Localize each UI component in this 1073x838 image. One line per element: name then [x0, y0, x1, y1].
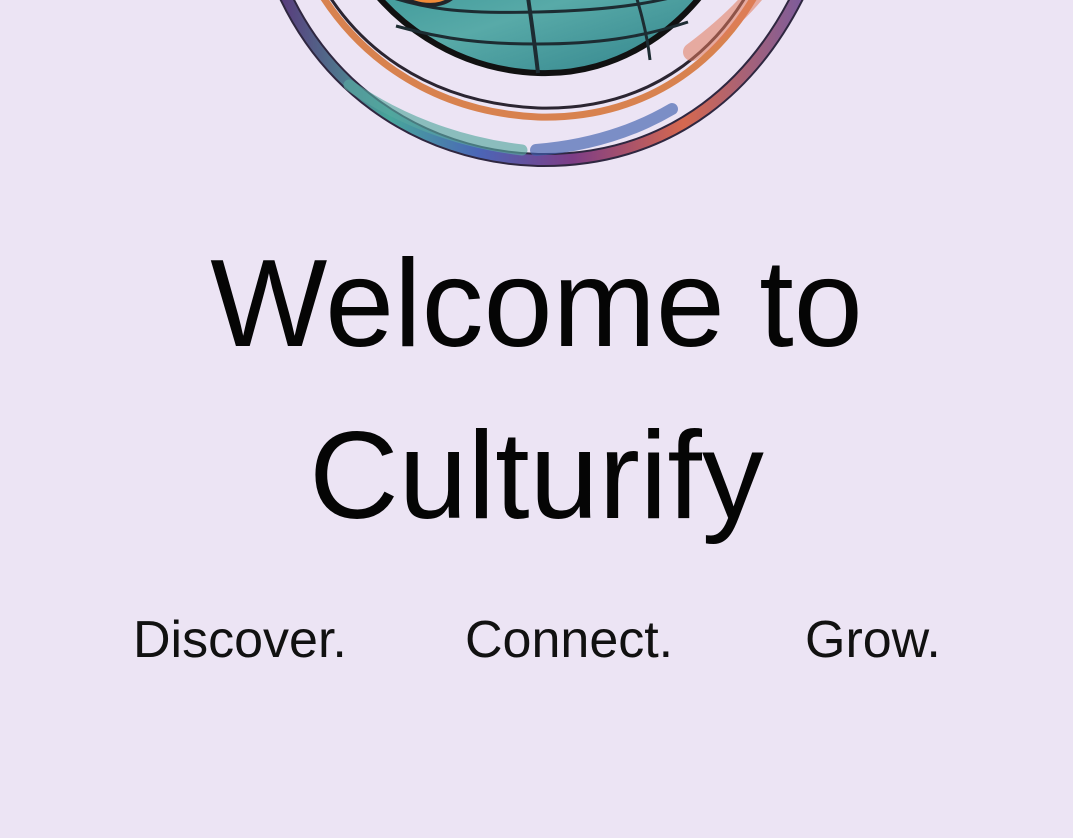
tagline-grow: Grow. — [805, 611, 941, 669]
welcome-title: Welcome to Culturify — [0, 218, 1073, 562]
welcome-screen: Welcome to Culturify Discover. Connect. … — [0, 0, 1073, 838]
culturify-logo — [236, 0, 836, 170]
globe-logo-icon — [279, 0, 804, 168]
welcome-title-line-2: Culturify — [309, 407, 764, 545]
tagline-connect: Connect. — [465, 611, 674, 669]
tagline-discover: Discover. — [133, 611, 347, 669]
tagline: Discover. Connect. Grow. — [0, 608, 1073, 672]
welcome-title-line-1: Welcome to — [210, 235, 863, 373]
